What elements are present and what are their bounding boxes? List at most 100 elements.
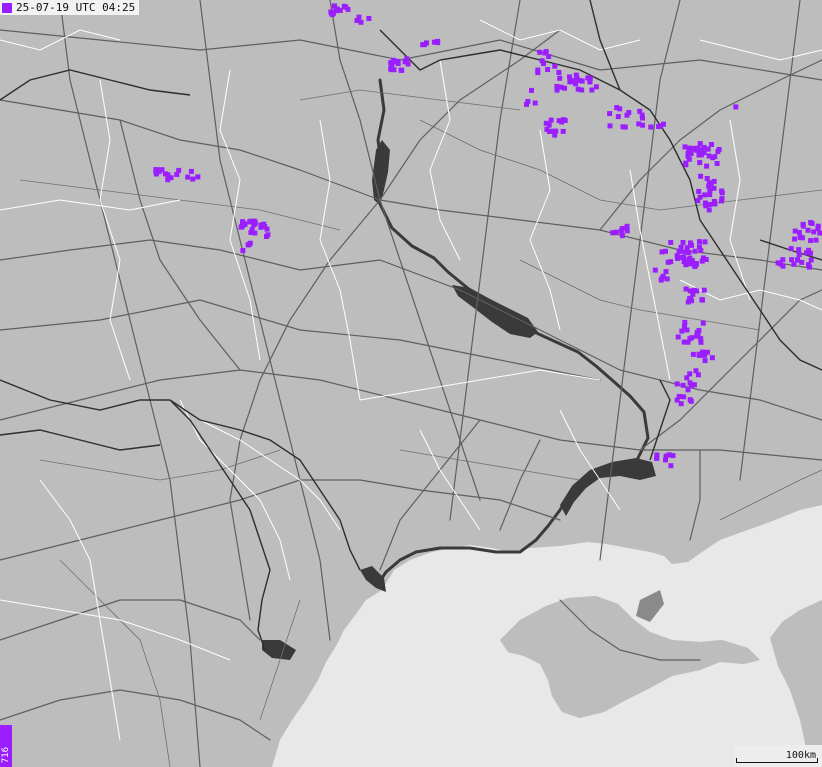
strike-marker xyxy=(683,162,689,168)
strike-marker xyxy=(796,247,802,253)
strike-marker xyxy=(780,257,786,263)
strike-marker xyxy=(388,65,394,71)
strike-marker xyxy=(648,124,654,130)
strike-marker xyxy=(817,230,822,236)
strike-marker xyxy=(709,142,714,147)
strike-marker xyxy=(668,240,674,245)
strike-marker xyxy=(560,128,566,134)
scale-line xyxy=(736,762,818,763)
strike-marker xyxy=(675,256,681,261)
strike-marker xyxy=(805,227,811,233)
strike-marker xyxy=(687,380,693,386)
strike-marker xyxy=(709,355,715,361)
strike-marker xyxy=(665,259,671,265)
strike-marker xyxy=(704,349,710,355)
strike-marker xyxy=(704,176,710,181)
strike-marker xyxy=(808,238,814,244)
strike-marker xyxy=(245,242,251,248)
strike-marker xyxy=(702,192,708,198)
strike-marker xyxy=(561,117,567,123)
strike-marker xyxy=(544,126,550,132)
strike-marker xyxy=(702,358,708,364)
strike-marker xyxy=(680,240,686,245)
scale-label: 100km xyxy=(785,750,816,761)
strike-marker xyxy=(698,173,704,179)
strike-marker xyxy=(714,161,720,166)
strike-marker xyxy=(607,111,613,117)
strike-marker xyxy=(693,147,699,153)
strike-count: 716 xyxy=(1,746,11,763)
strike-marker xyxy=(593,84,599,90)
strike-marker xyxy=(696,244,702,250)
strike-marker xyxy=(704,163,710,169)
strike-marker xyxy=(541,61,546,67)
strike-marker xyxy=(264,234,269,239)
strike-marker xyxy=(552,63,558,69)
strike-marker xyxy=(239,224,245,230)
strike-marker xyxy=(637,108,643,114)
strike-marker xyxy=(686,260,692,266)
strike-marker xyxy=(792,236,798,242)
scale-tick-right xyxy=(817,758,818,763)
strike-marker xyxy=(686,156,692,162)
strike-marker xyxy=(788,246,794,252)
strike-marker xyxy=(529,87,534,93)
strike-marker xyxy=(685,150,691,156)
strike-marker xyxy=(799,235,805,241)
strike-marker xyxy=(620,124,626,130)
strike-marker xyxy=(663,248,668,254)
strike-marker xyxy=(615,114,621,120)
strike-marker xyxy=(188,168,194,174)
strike-color-swatch xyxy=(2,2,12,13)
strike-marker xyxy=(607,123,613,129)
lightning-map[interactable]: 25-07-19 UTC 04:25 716 100km xyxy=(0,0,822,767)
timestamp-label: 25-07-19 UTC 04:25 xyxy=(0,0,140,15)
strike-marker xyxy=(395,58,401,64)
strike-marker xyxy=(658,123,664,129)
strike-marker xyxy=(697,141,703,147)
strike-marker xyxy=(345,6,351,12)
strike-marker xyxy=(686,146,692,152)
strike-marker xyxy=(165,177,171,183)
strike-marker xyxy=(573,72,579,78)
strike-marker xyxy=(699,258,705,264)
strike-marker xyxy=(684,245,690,251)
strike-marker xyxy=(719,196,725,202)
scale-tick-left xyxy=(736,758,737,763)
strike-marker xyxy=(654,455,660,461)
strike-marker xyxy=(807,264,812,270)
strike-marker xyxy=(252,230,258,236)
strike-marker xyxy=(248,218,254,224)
strike-marker xyxy=(535,70,541,76)
strike-marker xyxy=(640,115,645,121)
strike-marker xyxy=(587,78,593,84)
strike-marker xyxy=(719,190,725,196)
strike-marker xyxy=(707,192,713,198)
strike-marker xyxy=(553,128,559,134)
strike-marker xyxy=(815,223,821,229)
strike-marker xyxy=(636,121,642,127)
strike-marker xyxy=(697,239,702,245)
strike-marker xyxy=(674,397,680,403)
strike-marker xyxy=(663,269,669,275)
strike-marker xyxy=(537,49,543,55)
strike-marker xyxy=(695,198,701,204)
strike-marker xyxy=(554,83,560,89)
strike-marker xyxy=(702,239,708,245)
strike-marker xyxy=(701,287,707,293)
strike-marker xyxy=(390,57,396,63)
strike-marker xyxy=(780,263,786,269)
strike-marker xyxy=(668,463,674,469)
strike-marker xyxy=(712,201,718,207)
strike-marker xyxy=(808,220,814,225)
strike-marker xyxy=(195,174,201,180)
strike-marker xyxy=(813,237,819,243)
strike-marker xyxy=(692,248,698,254)
strike-marker xyxy=(811,229,817,235)
strike-marker xyxy=(803,250,809,256)
strike-marker xyxy=(557,75,563,81)
strike-marker xyxy=(687,371,693,377)
strike-marker xyxy=(329,12,335,18)
strike-marker xyxy=(652,267,658,273)
strike-marker xyxy=(619,233,625,239)
